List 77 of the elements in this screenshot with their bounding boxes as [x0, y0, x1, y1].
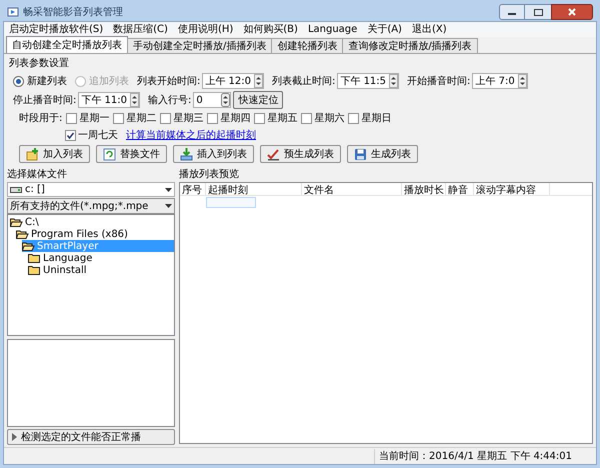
radio-button[interactable]: 新建列表: [13, 74, 67, 88]
field-label: 停止播音时间:: [13, 94, 76, 108]
tree-item[interactable]: Language: [28, 252, 174, 264]
checkbox[interactable]: 星期二: [113, 111, 156, 126]
tab[interactable]: 查询修改定时播放/插播列表: [342, 38, 478, 53]
column-header[interactable]: 滚动字幕内容: [474, 183, 550, 195]
action-button[interactable]: 生成列表: [347, 145, 418, 163]
check-files-button[interactable]: 检测选定的文件能否正常播: [7, 429, 175, 445]
window-title: 畅采智能影音列表管理: [23, 6, 124, 20]
column-header[interactable]: 文件名: [302, 183, 402, 195]
folder-plus-icon: [26, 148, 39, 160]
status-time: 当前时间：2016/4/1 星期五 下午 4:44:01: [374, 448, 596, 464]
close-button[interactable]: [551, 4, 593, 20]
menu-item[interactable]: 启动定时播放软件(S): [4, 22, 108, 37]
spin-arrows-icon[interactable]: [130, 93, 140, 107]
minimize-button[interactable]: [499, 4, 525, 20]
restore-icon: [534, 8, 542, 16]
menu-item[interactable]: 关于(A): [362, 22, 407, 37]
close-icon: [568, 8, 576, 16]
time-field[interactable]: 下午 11:5: [337, 73, 400, 89]
row-number-field[interactable]: 0: [193, 92, 232, 108]
menu-item[interactable]: 使用说明(H): [172, 22, 238, 37]
tree-item[interactable]: C:\: [10, 216, 174, 228]
link[interactable]: 计算当前媒体之后的起播时刻: [126, 128, 256, 143]
maximize-button[interactable]: [525, 4, 551, 20]
spin-arrows-icon[interactable]: [389, 74, 398, 88]
panel-title: 选择媒体文件: [7, 168, 67, 182]
app-icon: [7, 6, 19, 18]
action-button[interactable]: 预生成列表: [260, 145, 341, 163]
time-field[interactable]: 下午 11:0: [78, 92, 140, 108]
panel-title: 播放列表预览: [179, 168, 239, 182]
menu-item[interactable]: 退出(X): [406, 22, 452, 37]
field-label: 时段用于:: [19, 112, 62, 126]
group-title: 列表参数设置: [9, 56, 69, 71]
checkbox[interactable]: 星期五: [254, 111, 298, 126]
spin-arrows-icon[interactable]: [254, 74, 264, 88]
field-label: 列表开始时间:: [137, 74, 200, 88]
refresh-icon: [103, 148, 116, 160]
checkbox[interactable]: 星期六: [301, 111, 344, 126]
action-button[interactable]: 替换文件: [96, 145, 167, 163]
column-header[interactable]: 序号: [180, 183, 206, 195]
save-icon: [354, 148, 367, 160]
time-field[interactable]: 上午 12:0: [202, 73, 264, 89]
drive-dropdown[interactable]: c: []: [7, 182, 175, 197]
time-field[interactable]: 上午 7:0: [472, 73, 528, 89]
field-label: 输入行号:: [148, 94, 192, 108]
action-button[interactable]: 插入到列表: [173, 145, 254, 163]
column-header[interactable]: 静音: [446, 183, 474, 195]
menu-item[interactable]: 数据压缩(C): [108, 22, 173, 37]
menu-item[interactable]: Language: [302, 22, 362, 37]
dropdown-arrow-icon[interactable]: [165, 204, 172, 208]
drive-icon: [10, 186, 22, 194]
column-header[interactable]: 起播时刻: [206, 183, 302, 195]
tree-item[interactable]: Uninstall: [28, 264, 174, 276]
checkmark-icon: [267, 148, 280, 160]
checkbox[interactable]: 一周七天: [65, 128, 118, 143]
field-label: 开始播音时间:: [407, 74, 470, 88]
tab[interactable]: 手动创建全定时播放/插播列表: [127, 38, 272, 53]
checkbox[interactable]: 星期四: [207, 111, 250, 126]
field-label: 列表截止时间:: [272, 74, 336, 88]
spin-arrows-icon[interactable]: [518, 74, 527, 88]
dropdown-arrow-icon[interactable]: [165, 188, 172, 192]
tree-item[interactable]: Program Files (x86): [16, 228, 174, 240]
locate-button[interactable]: 快速定位: [233, 91, 284, 109]
checkbox[interactable]: 星期三: [160, 111, 204, 126]
action-button[interactable]: 加入列表: [19, 145, 90, 163]
menu-item[interactable]: 如何购买(B): [238, 22, 303, 37]
cell-editor[interactable]: [206, 197, 256, 208]
checkbox[interactable]: 星期一: [66, 111, 110, 126]
column-header[interactable]: 播放时长: [402, 183, 446, 195]
download-arrow-icon: [180, 148, 193, 160]
tab[interactable]: 自动创建全定时播放列表: [6, 36, 128, 53]
filter-dropdown[interactable]: 所有支持的文件(*.mpg;*.mpe: [7, 198, 175, 214]
play-triangle-icon: [12, 433, 17, 441]
spin-arrows-icon[interactable]: [221, 93, 230, 107]
tab[interactable]: 创建轮播列表: [271, 38, 344, 53]
checkbox[interactable]: 星期日: [348, 111, 392, 126]
